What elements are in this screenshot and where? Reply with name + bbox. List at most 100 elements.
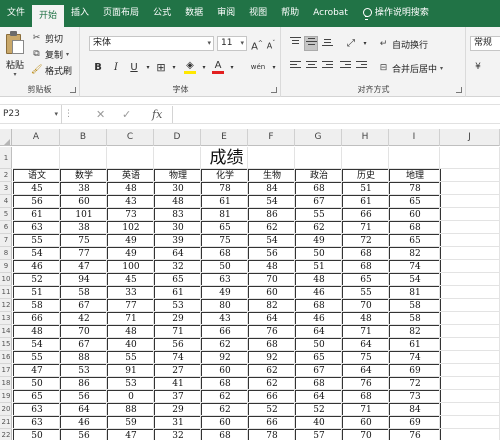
chevron-down-icon[interactable]: ▾ <box>2 71 28 78</box>
align-center-button[interactable] <box>304 60 318 75</box>
chevron-down-icon[interactable]: ▾ <box>66 51 69 58</box>
align-top-button[interactable] <box>288 36 302 51</box>
menu-tab[interactable]: 开始 <box>32 5 65 27</box>
row-header[interactable]: 10 <box>0 273 12 286</box>
menu-tab[interactable]: 页面布局 <box>96 0 146 27</box>
chevron-down-icon[interactable]: ▾ <box>167 60 181 75</box>
score-cell[interactable]: 70 <box>342 429 390 440</box>
score-cell[interactable]: 56 <box>60 429 108 440</box>
score-cell[interactable]: 50 <box>13 429 61 440</box>
row-header[interactable]: 9 <box>0 260 12 273</box>
insert-function-button[interactable]: fx <box>152 105 162 124</box>
score-cell[interactable]: 76 <box>389 429 441 440</box>
orientation-button[interactable]: ⤢ <box>344 36 358 51</box>
align-right-button[interactable] <box>320 60 334 75</box>
score-cell[interactable]: 32 <box>154 429 202 440</box>
menu-tab[interactable]: 文件 <box>0 0 32 27</box>
increase-font-button[interactable]: A^ <box>250 36 264 52</box>
row-header[interactable]: 16 <box>0 351 12 364</box>
font-name-select[interactable]: 宋体 ▾ <box>89 36 214 51</box>
row-header[interactable]: 1 <box>0 147 12 169</box>
row-header[interactable]: 2 <box>0 169 12 182</box>
score-cell[interactable]: 78 <box>248 429 296 440</box>
score-cell[interactable]: 68 <box>201 429 249 440</box>
row-header[interactable]: 3 <box>0 182 12 195</box>
dialog-launcher-icon[interactable] <box>70 87 76 93</box>
align-middle-button[interactable] <box>304 36 318 51</box>
row-header[interactable]: 12 <box>0 299 12 312</box>
chevron-down-icon[interactable]: ▾ <box>440 65 443 72</box>
row-header[interactable]: 11 <box>0 286 12 299</box>
column-header[interactable]: D <box>154 129 201 146</box>
dialog-launcher-icon[interactable] <box>271 87 277 93</box>
select-all-button[interactable] <box>0 129 12 146</box>
copy-button[interactable]: ⧉ 复制 ▾ <box>31 47 69 61</box>
italic-button[interactable]: I <box>109 60 123 75</box>
confirm-entry-button[interactable]: ✓ <box>122 105 131 124</box>
merge-center-button[interactable]: ⊟ 合并后居中 ▾ <box>378 61 443 75</box>
decrease-indent-button[interactable] <box>338 60 352 75</box>
row-header[interactable]: 15 <box>0 338 12 351</box>
cancel-entry-button[interactable]: ✕ <box>96 105 105 124</box>
menu-tab[interactable]: 数据 <box>178 0 210 27</box>
column-header[interactable]: E <box>201 129 248 146</box>
column-header[interactable]: F <box>248 129 295 146</box>
decrease-font-button[interactable]: Aˇ <box>264 36 278 51</box>
menu-tab[interactable]: 插入 <box>64 0 96 27</box>
font-color-button[interactable]: A <box>211 60 225 75</box>
score-cell[interactable]: 57 <box>295 429 343 440</box>
underline-button[interactable]: U <box>127 60 141 75</box>
cut-button[interactable]: ✂ 剪切 <box>31 31 63 45</box>
chevron-down-icon[interactable]: ▾ <box>358 36 372 51</box>
row-header[interactable]: 20 <box>0 403 12 416</box>
phonetic-button[interactable]: wén <box>249 60 267 75</box>
borders-button[interactable]: ⊞ <box>154 60 168 75</box>
row-header[interactable]: 17 <box>0 364 12 377</box>
row-header[interactable]: 4 <box>0 195 12 208</box>
name-box[interactable]: P23 ▾ <box>0 105 62 124</box>
format-painter-button[interactable]: 🖌 格式刷 <box>31 63 72 77</box>
bold-button[interactable]: B <box>91 60 105 75</box>
align-left-button[interactable] <box>288 60 302 75</box>
row-header[interactable]: 18 <box>0 377 12 390</box>
menu-tab[interactable]: 帮助 <box>274 0 306 27</box>
chevron-down-icon[interactable]: ▾ <box>267 60 281 75</box>
column-header[interactable]: I <box>389 129 440 146</box>
sheet-title-cell[interactable]: 成绩 <box>13 147 440 169</box>
fill-color-button[interactable]: ◈ <box>183 60 197 75</box>
number-format-select[interactable]: 常规 <box>470 36 500 51</box>
row-header[interactable]: 8 <box>0 247 12 260</box>
chevron-down-icon[interactable]: ▾ <box>225 60 239 75</box>
row-header[interactable]: 5 <box>0 208 12 221</box>
wrap-text-button[interactable]: ↵ 自动换行 <box>378 37 428 51</box>
menu-tab[interactable]: 公式 <box>146 0 178 27</box>
column-header[interactable]: B <box>60 129 107 146</box>
dialog-launcher-icon[interactable] <box>456 87 462 93</box>
increase-indent-button[interactable] <box>354 60 368 75</box>
paste-button[interactable]: 粘贴 ▾ <box>2 31 28 79</box>
align-bottom-button[interactable] <box>320 36 334 51</box>
column-header[interactable]: H <box>342 129 389 146</box>
accounting-format-button[interactable]: ¥ <box>471 60 485 75</box>
row-header[interactable]: 22 <box>0 429 12 440</box>
chevron-down-icon[interactable]: ▾ <box>141 60 155 75</box>
cell-area[interactable]: 成绩 语文 数学 英语 物理 化学 生物 政治 历史 地理 45 38 48 30 78 84 68 51 78 5… <box>13 147 500 440</box>
row-header[interactable]: 21 <box>0 416 12 429</box>
formula-input[interactable] <box>172 106 500 123</box>
tell-me-search[interactable]: 操作说明搜索 <box>355 0 436 27</box>
row-header[interactable]: 14 <box>0 325 12 338</box>
column-header[interactable]: C <box>107 129 154 146</box>
score-cell[interactable]: 47 <box>107 429 155 440</box>
row-header[interactable]: 6 <box>0 221 12 234</box>
row-header[interactable]: 19 <box>0 390 12 403</box>
menu-tab[interactable]: 审阅 <box>210 0 242 27</box>
font-size-select[interactable]: 11 ▾ <box>217 36 247 51</box>
column-header[interactable]: A <box>13 129 60 146</box>
column-header[interactable]: J <box>440 129 500 146</box>
row-header[interactable]: 13 <box>0 312 12 325</box>
row-header[interactable]: 7 <box>0 234 12 247</box>
column-header[interactable]: G <box>295 129 342 146</box>
menu-tab[interactable]: Acrobat <box>306 0 355 27</box>
chevron-down-icon[interactable]: ▾ <box>197 60 211 75</box>
menu-tab[interactable]: 视图 <box>242 0 274 27</box>
